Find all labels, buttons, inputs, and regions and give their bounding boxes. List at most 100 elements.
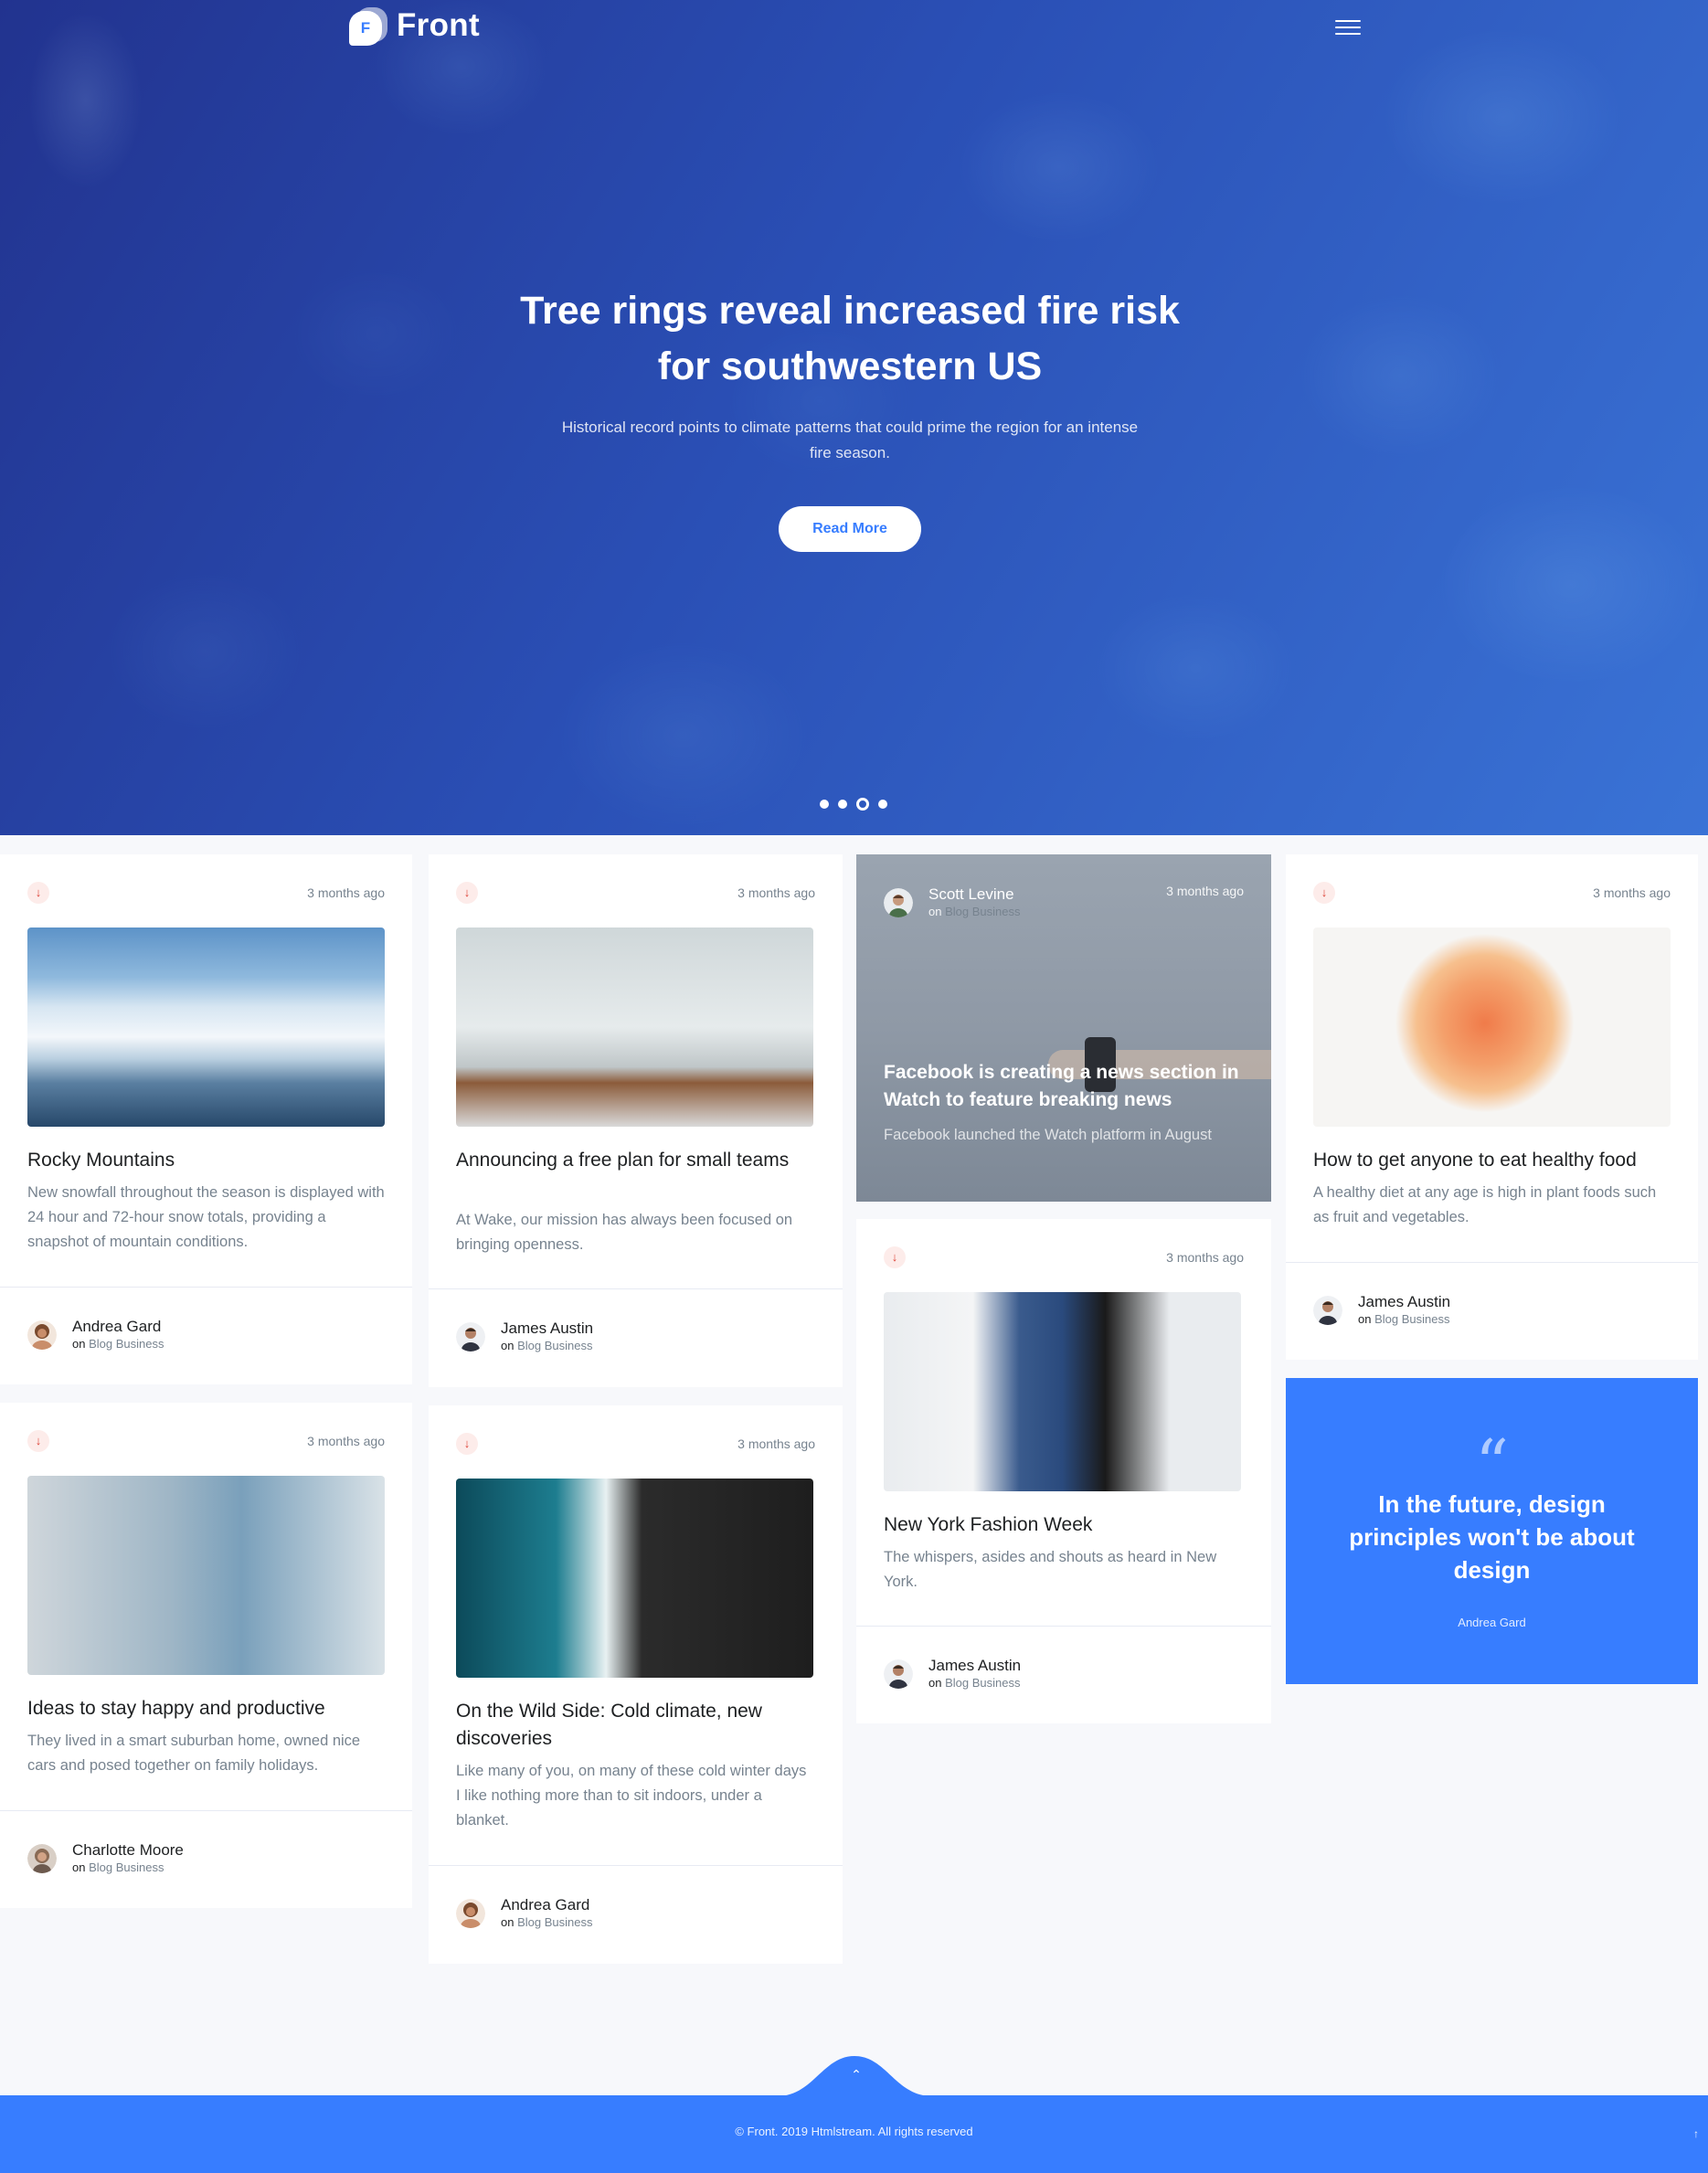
post-description: They lived in a smart suburban home, own…: [27, 1733, 361, 1774]
avatar: [456, 1899, 485, 1928]
category-link[interactable]: Blog Business: [945, 1676, 1020, 1690]
post-description: The whispers, asides and shouts as heard…: [884, 1549, 1217, 1590]
blog-card[interactable]: ↓ 3 months ago Rocky Mountains New snowf…: [0, 854, 412, 1384]
blog-card[interactable]: ↓ 3 months ago Announcing a free plan fo…: [429, 854, 843, 1387]
card-divider: [0, 1810, 412, 1811]
blog-card[interactable]: ↓ 3 months ago New York Fashion Week The…: [856, 1219, 1271, 1723]
post-author[interactable]: James Austin on Blog Business: [456, 1320, 593, 1354]
card-divider: [429, 1865, 843, 1866]
card-divider: [0, 1287, 412, 1288]
copyright-text: © Front. 2019 Htmlstream. All rights res…: [735, 2125, 973, 2138]
category-link[interactable]: Blog Business: [89, 1337, 164, 1351]
post-time: 3 months ago: [737, 885, 815, 900]
hero-content: Tree rings reveal increased fire risk fo…: [512, 283, 1188, 552]
avatar: [27, 1844, 57, 1873]
hero-title: Tree rings reveal increased fire risk fo…: [520, 289, 1180, 388]
quote-text: In the future, design principles won't b…: [1349, 1490, 1635, 1584]
pin-icon: ↓: [1313, 882, 1335, 904]
author-meta: on Blog Business: [501, 1339, 593, 1352]
logo-icon: F: [349, 5, 389, 46]
post-time: 3 months ago: [1166, 1250, 1244, 1265]
post-title[interactable]: Ideas to stay happy and productive: [27, 1695, 385, 1722]
post-title[interactable]: New York Fashion Week: [884, 1511, 1241, 1539]
author-name[interactable]: James Austin: [928, 1657, 1021, 1675]
post-description: A healthy diet at any age is high in pla…: [1313, 1184, 1657, 1225]
author-meta: on Blog Business: [928, 905, 1021, 918]
avatar: [884, 1659, 913, 1689]
brand-name: Front: [397, 7, 480, 43]
post-image[interactable]: [1313, 928, 1671, 1127]
post-image[interactable]: [456, 928, 813, 1127]
post-time: 3 months ago: [307, 1434, 385, 1448]
author-meta: on Blog Business: [72, 1860, 164, 1874]
post-title[interactable]: Rocky Mountains: [27, 1147, 385, 1174]
category-link[interactable]: Blog Business: [1374, 1312, 1449, 1326]
chevron-up-icon[interactable]: ⌃: [845, 2063, 867, 2085]
card-divider: [856, 1626, 1271, 1627]
post-description: At Wake, our mission has always been foc…: [456, 1212, 793, 1253]
blog-card[interactable]: ↓ 3 months ago How to get anyone to eat …: [1286, 854, 1698, 1360]
post-author[interactable]: Andrea Gard on Blog Business: [27, 1318, 164, 1352]
author-meta: on Blog Business: [501, 1915, 593, 1929]
avatar: [27, 1320, 57, 1350]
slider-dot-3[interactable]: [856, 798, 869, 811]
featured-post-card[interactable]: Scott Levine on Blog Business 3 months a…: [856, 854, 1271, 1202]
avatar: [456, 1322, 485, 1352]
post-description: Like many of you, on many of these cold …: [456, 1763, 807, 1828]
author-name[interactable]: Charlotte Moore: [72, 1841, 184, 1860]
slider-dot-1[interactable]: [820, 800, 829, 809]
author-name[interactable]: Scott Levine: [928, 885, 1020, 904]
footer: © Front. 2019 Htmlstream. All rights res…: [0, 2095, 1708, 2173]
post-author[interactable]: James Austin on Blog Business: [1313, 1293, 1450, 1328]
post-image[interactable]: [27, 928, 385, 1127]
pin-icon: ↓: [27, 882, 49, 904]
post-description: Facebook launched the Watch platform in …: [884, 1127, 1212, 1143]
avatar: [884, 888, 913, 917]
pin-icon: ↓: [456, 882, 478, 904]
author-name[interactable]: Andrea Gard: [501, 1896, 592, 1914]
back-to-top-icon[interactable]: ↑: [1693, 2127, 1699, 2140]
read-more-button[interactable]: Read More: [779, 506, 921, 552]
pin-icon: ↓: [884, 1246, 906, 1268]
post-author[interactable]: Scott Levine on Blog Business: [884, 885, 1020, 920]
quote-author: Andrea Gard: [1458, 1616, 1526, 1629]
post-description: New snowfall throughout the season is di…: [27, 1184, 385, 1250]
post-image[interactable]: [456, 1479, 813, 1678]
post-time: 3 months ago: [1166, 884, 1244, 898]
post-author[interactable]: Andrea Gard on Blog Business: [456, 1896, 592, 1931]
author-meta: on Blog Business: [72, 1337, 164, 1351]
brand-logo[interactable]: F Front: [349, 5, 480, 46]
category-link[interactable]: Blog Business: [517, 1339, 592, 1352]
card-divider: [429, 1288, 843, 1289]
blog-card[interactable]: ↓ 3 months ago Ideas to stay happy and p…: [0, 1403, 412, 1908]
avatar: [1313, 1296, 1342, 1325]
slider-dot-4[interactable]: [878, 800, 887, 809]
category-link[interactable]: Blog Business: [945, 905, 1020, 918]
card-divider: [1286, 1262, 1698, 1263]
author-meta: on Blog Business: [928, 1676, 1021, 1690]
slider-dots: [820, 798, 887, 811]
quote-card: “ In the future, design principles won't…: [1286, 1378, 1698, 1684]
slider-dot-2[interactable]: [838, 800, 847, 809]
post-title[interactable]: Announcing a free plan for small teams: [456, 1147, 813, 1174]
author-name[interactable]: James Austin: [1358, 1293, 1450, 1311]
post-time: 3 months ago: [1593, 885, 1671, 900]
hero-section: F Front Tree rings reveal increased fire…: [0, 0, 1708, 835]
author-meta: on Blog Business: [1358, 1312, 1450, 1326]
pin-icon: ↓: [456, 1433, 478, 1455]
post-image[interactable]: [884, 1292, 1241, 1491]
category-link[interactable]: Blog Business: [89, 1860, 164, 1874]
category-link[interactable]: Blog Business: [517, 1915, 592, 1929]
post-image[interactable]: [27, 1476, 385, 1675]
hamburger-menu-icon[interactable]: [1335, 20, 1361, 37]
blog-card[interactable]: ↓ 3 months ago On the Wild Side: Cold cl…: [429, 1405, 843, 1964]
post-title[interactable]: Facebook is creating a news section in W…: [884, 1059, 1249, 1114]
post-author[interactable]: Charlotte Moore on Blog Business: [27, 1841, 184, 1876]
pin-icon: ↓: [27, 1430, 49, 1452]
author-name[interactable]: Andrea Gard: [72, 1318, 164, 1336]
post-time: 3 months ago: [737, 1436, 815, 1451]
post-author[interactable]: James Austin on Blog Business: [884, 1657, 1021, 1691]
author-name[interactable]: James Austin: [501, 1320, 593, 1338]
post-title[interactable]: On the Wild Side: Cold climate, new disc…: [456, 1698, 813, 1753]
post-title[interactable]: How to get anyone to eat healthy food: [1313, 1147, 1671, 1174]
